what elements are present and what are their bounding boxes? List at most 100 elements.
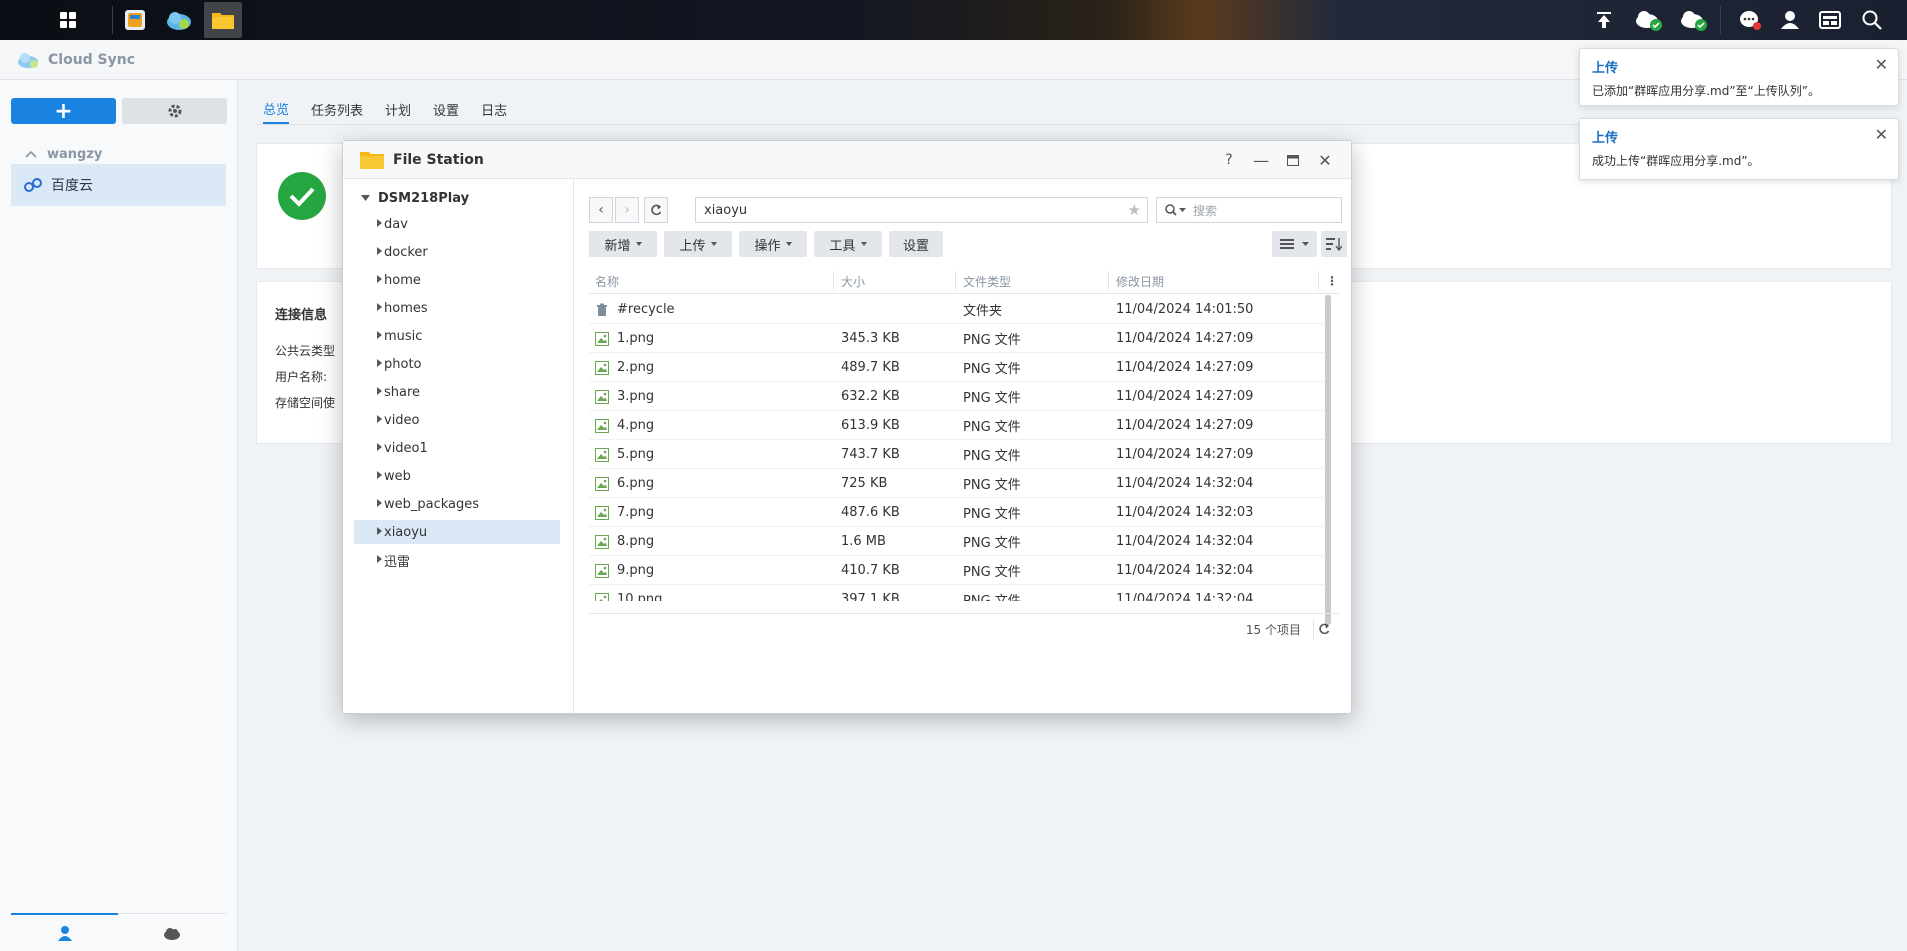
back-button[interactable]: ‹	[589, 197, 613, 223]
cloud-sync-status-button[interactable]	[1627, 0, 1671, 40]
file-list-footer: 15 个项目	[589, 613, 1339, 643]
scrollbar[interactable]	[1325, 295, 1331, 625]
taskbar-file-station[interactable]	[204, 2, 242, 38]
cloud-sync-status-button-2[interactable]	[1672, 0, 1716, 40]
tree-item-video[interactable]: video	[354, 408, 560, 432]
file-modified: 11/04/2024 14:27:09	[1116, 447, 1254, 462]
table-row[interactable]: 10.png 397.1 KB PNG 文件 11/04/2024 14:32:04	[589, 585, 1329, 601]
tree-item-docker[interactable]: docker	[354, 240, 560, 264]
close-icon[interactable]: ✕	[1875, 125, 1888, 144]
file-size: 487.6 KB	[841, 505, 900, 520]
tree-root-label: DSM218Play	[378, 190, 470, 206]
forward-button[interactable]: ›	[615, 197, 639, 223]
column-name[interactable]: 名称	[595, 268, 619, 294]
settings-button[interactable]	[122, 98, 227, 124]
sort-button[interactable]	[1321, 231, 1347, 257]
image-file-icon	[595, 505, 609, 520]
tab-log[interactable]: 日志	[481, 94, 507, 124]
tree-item-video1[interactable]: video1	[354, 436, 560, 460]
upload-queue-button[interactable]	[1582, 0, 1626, 40]
table-row[interactable]: 3.png 632.2 KB PNG 文件 11/04/2024 14:27:09	[589, 382, 1329, 411]
table-row[interactable]: 5.png 743.7 KB PNG 文件 11/04/2024 14:27:09	[589, 440, 1329, 469]
close-icon[interactable]: ✕	[1875, 55, 1888, 74]
tab-schedule[interactable]: 计划	[385, 94, 411, 124]
footer-refresh-button[interactable]	[1313, 619, 1333, 639]
list-view-icon	[1279, 239, 1294, 249]
table-row[interactable]: 1.png 345.3 KB PNG 文件 11/04/2024 14:27:09	[589, 324, 1329, 353]
tree-item-share[interactable]: share	[354, 380, 560, 404]
file-name-cell: 5.png	[595, 440, 831, 469]
view-mode-button[interactable]	[1272, 231, 1317, 257]
maximize-button[interactable]	[1277, 141, 1309, 179]
taskbar-package-center[interactable]	[116, 2, 154, 38]
file-type: PNG 文件	[963, 536, 1021, 551]
cloud-sync-logo-icon	[18, 52, 38, 68]
tree-item-home[interactable]: home	[354, 268, 560, 292]
tree-root[interactable]: DSM218Play	[361, 187, 469, 209]
column-size[interactable]: 大小	[841, 268, 865, 294]
help-icon: ?	[1225, 152, 1233, 168]
table-row[interactable]: 8.png 1.6 MB PNG 文件 11/04/2024 14:32:04	[589, 527, 1329, 556]
notifications-button[interactable]	[1728, 0, 1772, 40]
file-modified: 11/04/2024 14:27:09	[1116, 418, 1254, 433]
cloud-sync-ok-icon	[1681, 11, 1707, 31]
table-row[interactable]: 4.png 613.9 KB PNG 文件 11/04/2024 14:27:09	[589, 411, 1329, 440]
widgets-button[interactable]	[1808, 0, 1852, 40]
table-row[interactable]: 7.png 487.6 KB PNG 文件 11/04/2024 14:32:03	[589, 498, 1329, 527]
star-icon[interactable]: ★	[1128, 201, 1141, 219]
path-input[interactable]: xiaoyu ★	[695, 197, 1148, 223]
file-station-titlebar[interactable]: File Station ? — ✕	[343, 141, 1351, 179]
tree-item-music[interactable]: music	[354, 324, 560, 348]
tree-item-dav[interactable]: dav	[354, 212, 560, 236]
file-type: PNG 文件	[963, 585, 1103, 601]
taskbar-cloud-sync[interactable]	[160, 2, 198, 38]
user-menu-button[interactable]	[1768, 0, 1812, 40]
settings-button[interactable]: 设置	[889, 231, 943, 257]
file-name: 4.png	[617, 418, 655, 433]
file-list-panel: ‹ › xiaoyu ★ 搜索 新增 上传 操作 工具 设置 名称 大小 文件类…	[575, 179, 1351, 713]
table-row[interactable]: #recycle 文件夹 11/04/2024 14:01:50	[589, 295, 1329, 324]
tree-item-label: web_packages	[384, 496, 480, 512]
table-row[interactable]: 2.png 489.7 KB PNG 文件 11/04/2024 14:27:09	[589, 353, 1329, 382]
file-name: 10.png	[617, 592, 663, 601]
help-button[interactable]: ?	[1213, 141, 1245, 179]
upload-button[interactable]: 上传	[664, 231, 732, 257]
user-icon	[57, 926, 72, 941]
tree-item-xunlei[interactable]: 迅雷	[354, 548, 560, 572]
main-menu-button[interactable]	[48, 0, 88, 40]
tree-item-homes[interactable]: homes	[354, 296, 560, 320]
search-input[interactable]: 搜索	[1156, 197, 1342, 223]
minimize-button[interactable]: —	[1245, 141, 1277, 179]
sidebar-item-baidu-cloud[interactable]: 百度云	[11, 164, 226, 206]
tree-item-web-packages[interactable]: web_packages	[354, 492, 560, 516]
cloud-sync-icon	[167, 12, 191, 30]
new-button[interactable]: 新增	[589, 231, 657, 257]
column-options-icon[interactable]: ⋮	[1326, 268, 1338, 294]
tab-task-list[interactable]: 任务列表	[311, 94, 363, 124]
sidebar-item-label: 百度云	[51, 178, 93, 194]
caret-right-icon	[377, 499, 382, 507]
action-button[interactable]: 操作	[739, 231, 807, 257]
tools-button[interactable]: 工具	[814, 231, 882, 257]
tree-item-photo[interactable]: photo	[354, 352, 560, 376]
table-row[interactable]: 6.png 725 KB PNG 文件 11/04/2024 14:32:04	[589, 469, 1329, 498]
refresh-button[interactable]	[644, 197, 668, 223]
add-task-button[interactable]: +	[11, 98, 116, 124]
column-modified[interactable]: 修改日期	[1116, 268, 1164, 294]
file-name-cell: #recycle	[595, 295, 831, 324]
close-button[interactable]: ✕	[1309, 141, 1341, 179]
column-type[interactable]: 文件类型	[963, 268, 1011, 294]
tab-settings[interactable]: 设置	[433, 94, 459, 124]
tab-user[interactable]	[11, 913, 118, 951]
caret-right-icon	[377, 359, 382, 367]
tree-item-web[interactable]: web	[354, 464, 560, 488]
notification-title: 上传	[1592, 61, 1619, 76]
file-name: 1.png	[617, 331, 655, 346]
table-row[interactable]: 9.png 410.7 KB PNG 文件 11/04/2024 14:32:04	[589, 556, 1329, 585]
caret-right-icon	[377, 555, 382, 563]
tab-cloud[interactable]	[118, 914, 225, 951]
tab-overview[interactable]: 总览	[263, 94, 290, 124]
caret-right-icon	[377, 471, 382, 479]
tree-item-xiaoyu[interactable]: xiaoyu	[354, 520, 560, 544]
search-button[interactable]	[1850, 0, 1894, 40]
